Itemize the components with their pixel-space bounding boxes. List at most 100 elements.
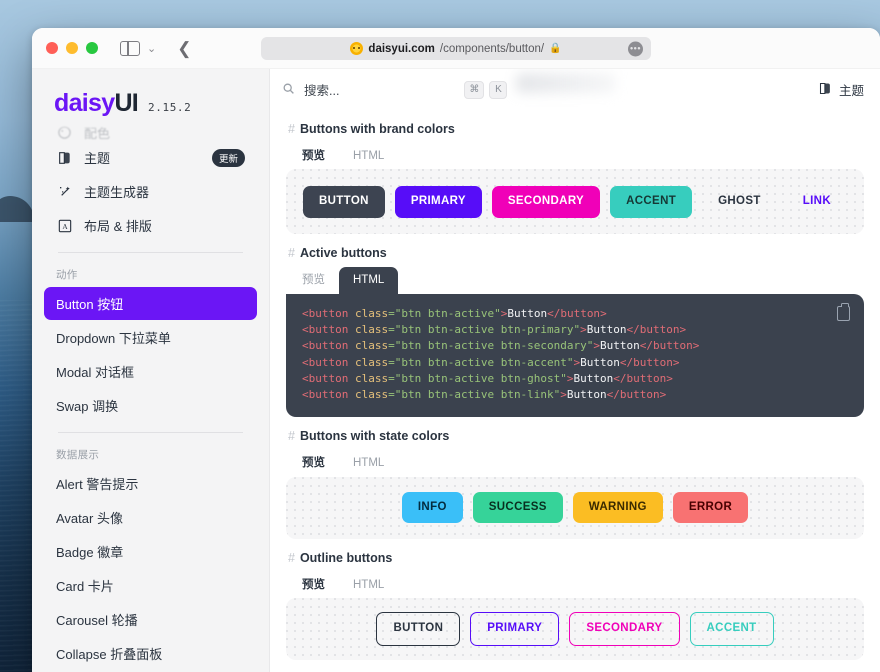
preview-brand-colors: BUTTON PRIMARY SECONDARY ACCENT GHOST LI… [286,169,864,234]
sidebar-item-carousel[interactable]: Carousel 轮播 [44,603,257,636]
kbd-k: K [489,81,507,99]
sidebar-item-avatar[interactable]: Avatar 头像 [44,501,257,534]
tab-preview[interactable]: 预览 [288,572,339,598]
magic-wand-icon [56,183,73,200]
sidebar-item-theme[interactable]: 主题 更新 [44,141,257,174]
sidebar-divider [58,432,243,433]
wallpaper-headland [0,196,34,222]
sidebar-item-collapse[interactable]: Collapse 折叠面板 [44,637,257,670]
back-arrow-icon[interactable]: ❮ [177,40,191,57]
window-titlebar: ⌄ ❮ daisyui.com/components/button/ 🔒 ••• [32,28,880,69]
button-ghost[interactable]: GHOST [702,186,777,218]
tabs-state-colors: 预览 HTML [286,450,864,476]
tabs-brand-colors: 预览 HTML [286,143,864,169]
url-domain: daisyui.com [368,43,434,55]
minimize-window-button[interactable] [66,42,78,54]
palette-icon [56,124,73,140]
main-content: 搜索... ⌘ K 主题 # Buttons with brand co [270,69,880,672]
sidebar-item-label: 配色 [84,124,110,140]
traffic-light-buttons[interactable] [46,42,98,54]
sidebar-divider [58,252,243,253]
code-line: <button class="btn btn-active btn-accent… [302,355,848,371]
tab-html[interactable]: HTML [339,267,398,293]
sidebar-item-badge[interactable]: Badge 徽章 [44,535,257,568]
sidebar-item-card[interactable]: Card 卡片 [44,569,257,602]
button-secondary[interactable]: SECONDARY [492,186,600,218]
tabs-outline-buttons: 预览 HTML [286,572,864,598]
brand-logo[interactable]: daisyUI 2.15.2 [32,69,269,118]
search-shortcut-hint: ⌘ K [464,81,507,99]
tab-preview[interactable]: 预览 [288,450,339,476]
tab-html[interactable]: HTML [339,572,398,598]
button-outline-accent[interactable]: ACCENT [690,612,774,646]
sidebar-nav: 配色 主题 更新 主题生成器 A [32,118,269,672]
section-title-outline-buttons: # Outline buttons [288,551,864,565]
favicon-daisy-icon [350,42,363,55]
sidebar-toggle-icon[interactable] [120,41,140,56]
tab-preview[interactable]: 预览 [288,143,339,169]
theme-switcher-label: 主题 [839,80,864,99]
tab-html[interactable]: HTML [339,450,398,476]
search-input[interactable]: 搜索... [304,80,339,99]
theme-page-icon [818,81,833,99]
button-primary[interactable]: PRIMARY [395,186,482,218]
sidebar-item-swap[interactable]: Swap 调换 [44,389,257,422]
lock-icon: 🔒 [549,43,561,54]
code-line: <button class="btn btn-active btn-primar… [302,322,848,338]
button-outline-secondary[interactable]: SECONDARY [569,612,679,646]
brand-version: 2.15.2 [148,101,191,114]
code-block-active-buttons[interactable]: <button class="btn btn-active">Button</b… [286,294,864,418]
kbd-command: ⌘ [464,81,484,99]
sidebar-group-title-actions: 动作 [44,263,257,287]
button-error[interactable]: ERROR [673,492,748,524]
brand-name-ui: UI [114,89,138,117]
update-badge: 更新 [212,149,245,167]
clipboard-icon[interactable] [837,306,850,321]
zoom-window-button[interactable] [86,42,98,54]
section-title-state-colors: # Buttons with state colors [288,429,864,443]
button-info[interactable]: INFO [402,492,463,524]
sections-scroll-area[interactable]: # Buttons with brand colors 预览 HTML BUTT… [270,110,880,672]
typography-icon: A [56,217,73,234]
preview-state-colors: INFO SUCCESS WARNING ERROR [286,477,864,539]
sidebar-item-label: 主题生成器 [84,182,149,201]
sidebar-item-label: 布局 & 排版 [84,216,152,235]
hash-icon: # [288,122,295,136]
section-title-active-buttons: # Active buttons [288,246,864,260]
browser-window: ⌄ ❮ daisyui.com/components/button/ 🔒 •••… [32,28,880,672]
button-warning[interactable]: WARNING [573,492,663,524]
button-accent[interactable]: ACCENT [610,186,692,218]
sidebar-item-alert[interactable]: Alert 警告提示 [44,467,257,500]
sidebar-item-dropdown[interactable]: Dropdown 下拉菜单 [44,321,257,354]
tab-preview[interactable]: 预览 [288,267,339,293]
button-outline-default[interactable]: BUTTON [376,612,460,646]
sidebar-item-theme-generator[interactable]: 主题生成器 [44,175,257,208]
blurred-region [516,73,616,93]
sidebar-item-colors[interactable]: 配色 [44,124,257,140]
section-title-brand-colors: # Buttons with brand colors [288,122,864,136]
code-line: <button class="btn btn-active">Button</b… [302,306,848,322]
hash-icon: # [288,429,295,443]
hash-icon: # [288,246,295,260]
close-window-button[interactable] [46,42,58,54]
code-line: <button class="btn btn-active btn-ghost"… [302,371,848,387]
tab-html[interactable]: HTML [339,143,398,169]
button-success[interactable]: SUCCESS [473,492,563,524]
page-topbar: 搜索... ⌘ K 主题 [270,69,880,110]
sidebar-item-layout-typography[interactable]: A 布局 & 排版 [44,209,257,242]
search-icon [282,82,295,98]
chevron-down-icon[interactable]: ⌄ [147,42,156,55]
button-default[interactable]: BUTTON [303,186,385,218]
theme-switcher-button[interactable]: 主题 [818,80,864,99]
address-bar[interactable]: daisyui.com/components/button/ 🔒 ••• [261,37,651,60]
code-line: <button class="btn btn-active btn-link">… [302,387,848,403]
sidebar-item-button[interactable]: Button 按钮 [44,287,257,320]
sidebar-item-label: Button 按钮 [56,294,123,313]
button-outline-primary[interactable]: PRIMARY [470,612,559,646]
tabs-active-buttons: 预览 HTML [286,267,864,293]
address-bar-more-button[interactable]: ••• [628,41,643,56]
sidebar-item-modal[interactable]: Modal 对话框 [44,355,257,388]
button-link[interactable]: LINK [787,186,847,218]
sidebar-item-label: 主题 [84,148,110,167]
code-line: <button class="btn btn-active btn-second… [302,338,848,354]
